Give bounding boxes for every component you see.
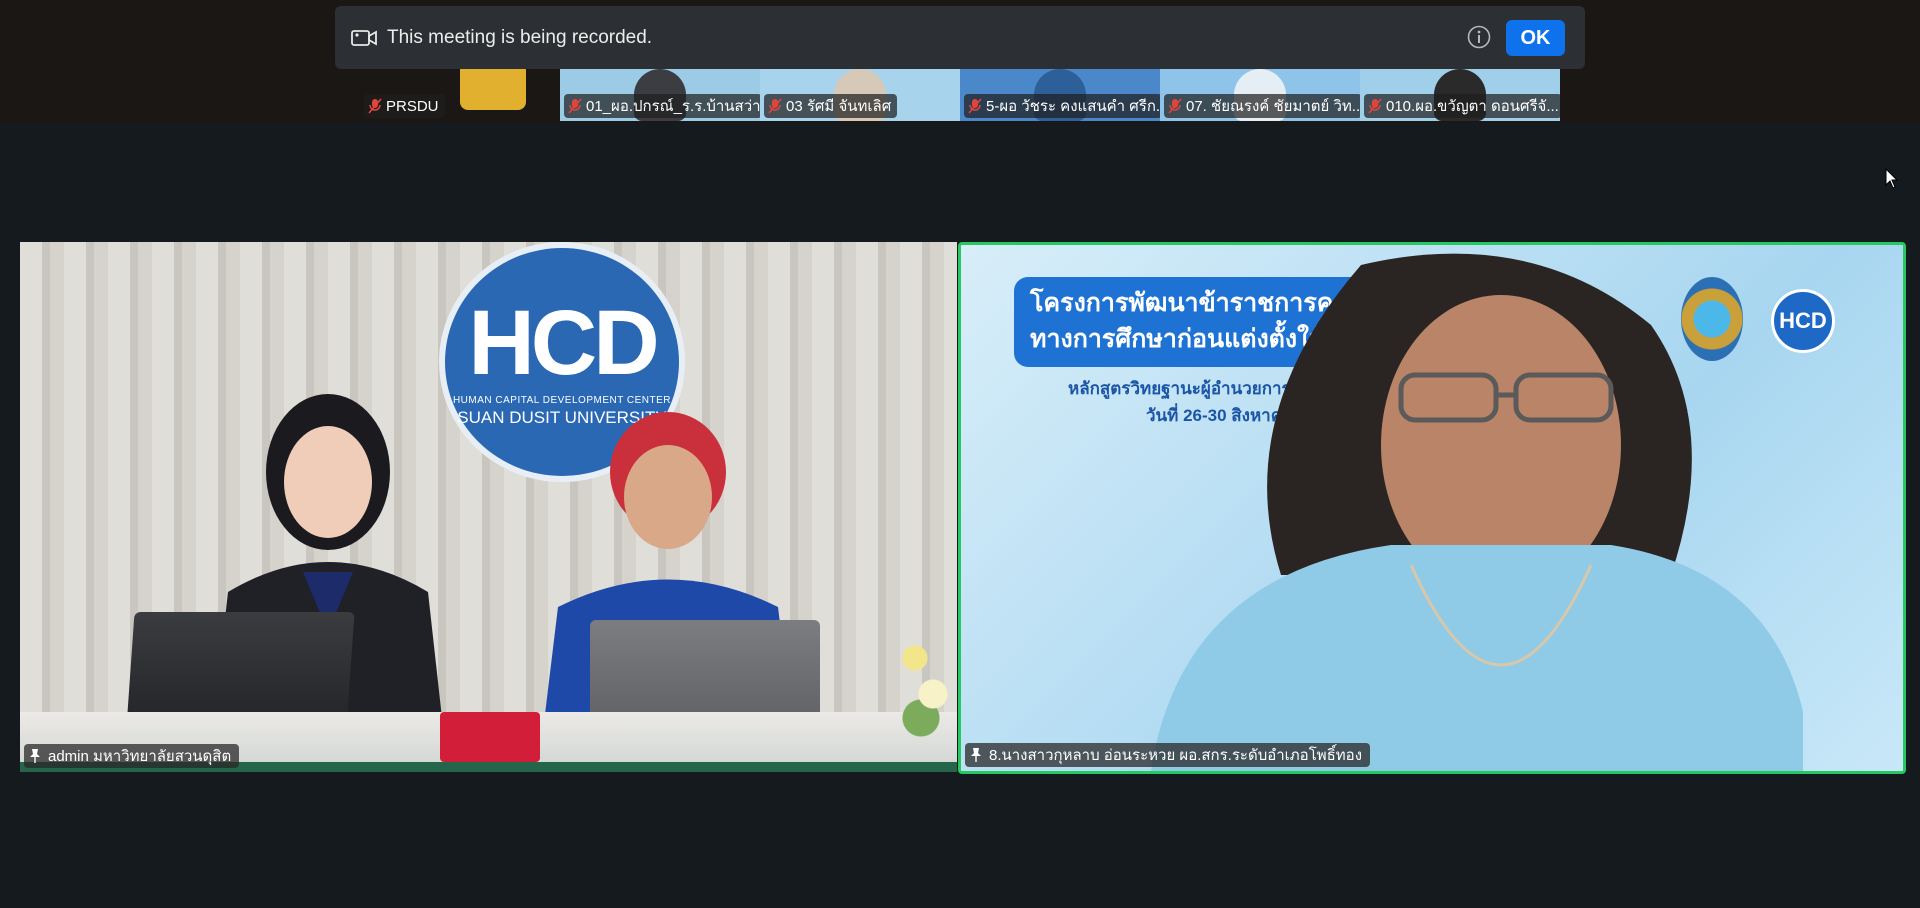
mic-muted-icon [1368,98,1382,114]
thumbnail-name: PRSDU [364,94,445,118]
tile-name-admin: admin มหาวิทยาลัยสวนดุสิต [24,744,240,768]
mic-muted-icon [968,98,982,114]
mic-muted-icon [768,98,782,114]
thumbnail-05[interactable]: 5-ผอ วัชระ คงแสนคำ ศรีก... [960,66,1160,121]
thumbnail-label: 01_ผอ.ปกรณ์_ร.ร.บ้านสว่า [586,98,760,115]
recording-banner: This meeting is being recorded. OK [335,6,1585,69]
thumbnail-prsdu[interactable]: PRSDU [360,66,560,121]
tile-name-label: admin มหาวิทยาลัยสวนดุสิต [48,748,232,765]
mic-muted-icon [1168,98,1182,114]
pin-icon [971,748,981,762]
thumbnail-name: 03 รัศมี จันทเลิศ [764,94,898,118]
recording-banner-text: This meeting is being recorded. [387,26,653,48]
hcd-logo-mark: HCD [468,291,659,394]
ok-button[interactable]: OK [1506,20,1565,56]
thumbnail-010[interactable]: 010.ผอ.ขวัญตา ดอนศรีจั... [1360,66,1560,121]
thumbnail-label: 5-ผอ วัชระ คงแสนคำ ศรีก... [986,98,1160,115]
mic-muted-icon [568,98,582,114]
thumbnail-name: 010.ผอ.ขวัญตา ดอนศรีจั... [1364,94,1560,118]
thumbnail-07[interactable]: 07. ชัยณรงค์ ชัยมาตย์ วิท... [1160,66,1360,121]
mic-muted-icon [368,98,382,114]
thumbnail-label: PRSDU [386,97,439,115]
tile-name-speaker: 8.นางสาวกุหลาบ อ่อนระหวย ผอ.สกร.ระดับอำเ… [965,743,1371,767]
participant-video [460,66,526,110]
video-tile-admin[interactable]: HCD HUMAN CAPITAL DEVELOPMENT CENTER SUA… [20,242,957,772]
thumbnail-label: 03 รัศมี จันทเลิศ [786,98,892,115]
record-icon [351,29,377,46]
tile-name-label: 8.นางสาวกุหลาบ อ่อนระหวย ผอ.สกร.ระดับอำเ… [989,747,1363,764]
red-device [440,712,540,762]
thumbnail-03[interactable]: 03 รัศมี จันทเลิศ [760,66,960,121]
thumbnail-01[interactable]: 01_ผอ.ปกรณ์_ร.ร.บ้านสว่า [560,66,760,121]
thumbnail-name: 01_ผอ.ปกรณ์_ร.ร.บ้านสว่า [564,94,760,118]
thumbnail-label: 010.ผอ.ขวัญตา ดอนศรีจั... [1386,98,1559,115]
flower-arrangement [897,622,957,742]
participant-video [1151,253,1803,771]
thumbnail-label: 07. ชัยณรงค์ ชัยมาตย์ วิท... [1186,98,1360,115]
info-icon[interactable] [1467,25,1491,49]
thumbnail-name: 07. ชัยณรงค์ ชัยมาตย์ วิท... [1164,94,1360,118]
cursor-icon [1885,168,1899,189]
video-tile-active-speaker[interactable]: โครงการพัฒนาข้าราชการค ทางการศึกษาก่อนแต… [958,242,1906,774]
thumbnail-name: 5-ผอ วัชระ คงแสนคำ ศรีก... [964,94,1160,118]
pin-icon [30,749,40,763]
